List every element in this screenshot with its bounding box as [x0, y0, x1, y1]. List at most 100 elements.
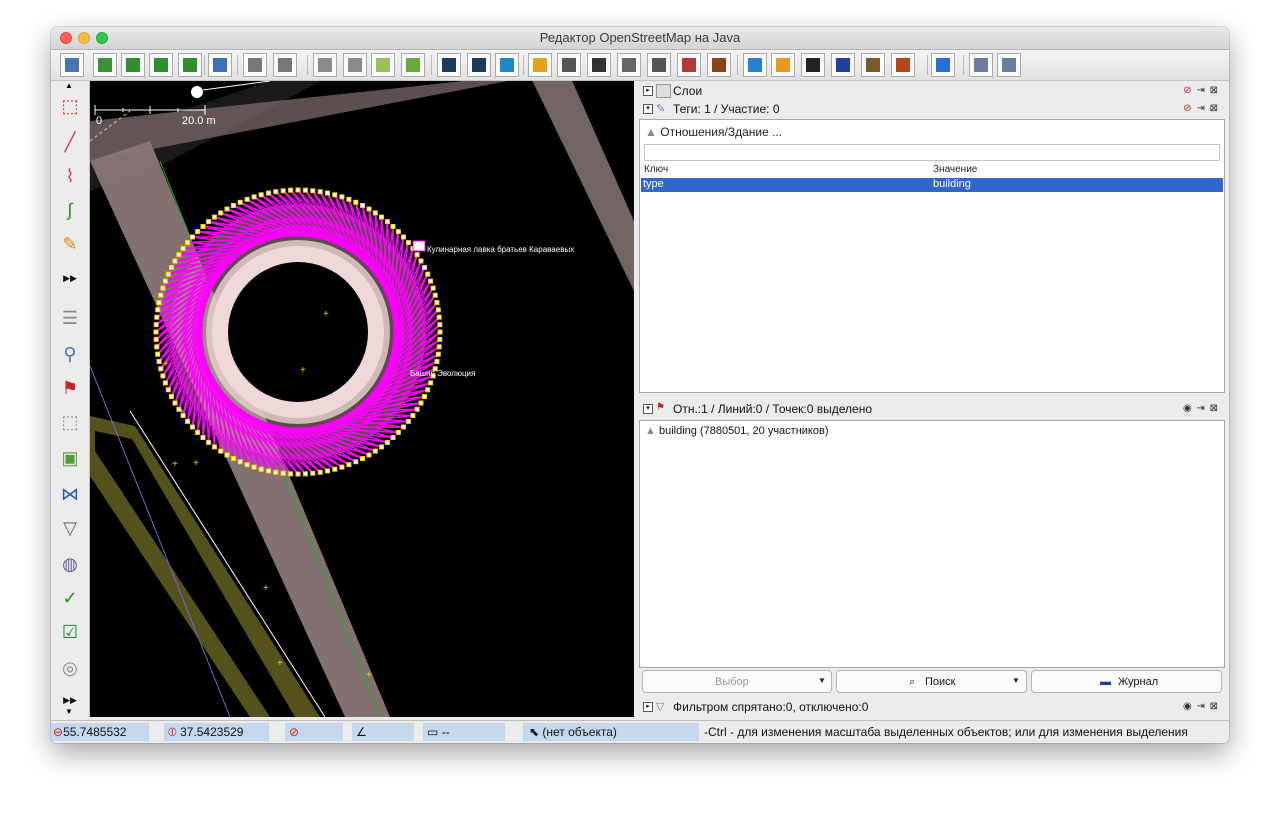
- filter-toggle-icon[interactable]: ▽: [58, 517, 82, 539]
- filter-panel-header[interactable]: ▸ ▽ Фильтром спрятано:0, отключено:0 ◉ ⇥…: [639, 699, 1225, 715]
- upload-button[interactable]: [178, 53, 202, 77]
- signal-button[interactable]: [647, 53, 671, 77]
- parallel-tool-icon[interactable]: ∫: [58, 199, 82, 221]
- node-marker[interactable]: [200, 224, 206, 229]
- node-marker[interactable]: [346, 196, 352, 202]
- node-marker[interactable]: [395, 229, 401, 235]
- tag-row[interactable]: type building: [641, 178, 1223, 192]
- map-view[interactable]: + + + + + + + + + 0 20.0 m Кулинарная лавка брат…: [90, 81, 634, 717]
- wall-button[interactable]: [677, 53, 701, 77]
- redo-button[interactable]: [273, 53, 297, 77]
- select-button[interactable]: Выбор ▼: [642, 670, 832, 693]
- node-marker[interactable]: [360, 203, 365, 208]
- node-marker[interactable]: [195, 229, 201, 235]
- node-marker[interactable]: [200, 435, 206, 440]
- eye-icon[interactable]: ◉: [1183, 701, 1193, 712]
- node-marker[interactable]: [418, 258, 424, 264]
- node-marker[interactable]: [237, 459, 243, 465]
- node-marker[interactable]: [172, 258, 178, 264]
- shop-button[interactable]: [771, 53, 795, 77]
- node-marker[interactable]: [224, 452, 230, 458]
- tags-toggle-icon[interactable]: ⚲: [58, 343, 82, 365]
- panel-controls[interactable]: ⊘ ⇥ ⊠: [1183, 103, 1219, 114]
- node-marker[interactable]: [153, 322, 159, 328]
- node-marker[interactable]: [158, 292, 164, 298]
- node-marker[interactable]: [310, 188, 316, 194]
- panel-controls[interactable]: ◉ ⇥ ⊠: [1183, 403, 1219, 414]
- hide-icon[interactable]: ⊘: [1183, 103, 1192, 114]
- node-marker[interactable]: [273, 189, 279, 195]
- node-marker[interactable]: [390, 435, 396, 440]
- node-marker[interactable]: [224, 206, 230, 212]
- node-marker[interactable]: [353, 199, 359, 205]
- node-marker[interactable]: [405, 240, 411, 246]
- more-toggles-icon[interactable]: ▶▶: [58, 689, 82, 711]
- draw-tool-icon[interactable]: ✎: [58, 233, 82, 255]
- node-marker[interactable]: [428, 380, 434, 386]
- fence-button[interactable]: [707, 53, 731, 77]
- node-marker[interactable]: [206, 439, 212, 445]
- road-1-button[interactable]: [437, 53, 461, 77]
- node-marker[interactable]: [153, 329, 159, 335]
- selection-panel-header[interactable]: ▾ ⚑ Отн.:1 / Линий:0 / Точек:0 выделено …: [639, 401, 1225, 417]
- node-marker[interactable]: [165, 387, 171, 393]
- node-marker[interactable]: [212, 214, 217, 220]
- node-marker[interactable]: [435, 351, 441, 357]
- selection-item[interactable]: ▲ building (7880501, 20 участников): [645, 425, 829, 437]
- node-marker[interactable]: [154, 314, 160, 320]
- node-marker[interactable]: [434, 359, 440, 364]
- node-marker[interactable]: [401, 234, 406, 240]
- select-tool-icon[interactable]: ⬚: [58, 95, 82, 117]
- node-marker[interactable]: [437, 322, 443, 328]
- node-marker[interactable]: [317, 189, 323, 195]
- open-location-button[interactable]: [93, 53, 117, 77]
- node-marker[interactable]: [162, 380, 168, 386]
- node-marker[interactable]: [360, 456, 365, 461]
- node-marker[interactable]: [273, 469, 279, 475]
- node-marker[interactable]: [339, 464, 345, 470]
- node-marker[interactable]: [353, 459, 359, 465]
- chevron-down-icon[interactable]: ▼: [818, 676, 826, 685]
- collapse-icon[interactable]: ▾: [643, 104, 653, 114]
- node-marker[interactable]: [288, 187, 294, 193]
- node-marker[interactable]: [155, 307, 161, 313]
- node-marker[interactable]: [160, 373, 166, 379]
- node-marker[interactable]: [384, 219, 390, 225]
- tag-value[interactable]: building: [933, 178, 971, 190]
- wms-button[interactable]: [371, 53, 395, 77]
- node-marker[interactable]: [169, 265, 174, 270]
- railway-2-button[interactable]: [587, 53, 611, 77]
- node-marker[interactable]: [185, 418, 191, 424]
- node-marker[interactable]: [346, 462, 352, 468]
- info-button[interactable]: [831, 53, 855, 77]
- node-marker[interactable]: [325, 190, 330, 196]
- zoom-imagery-button[interactable]: [401, 53, 425, 77]
- more-tools-icon[interactable]: ▶▶: [58, 267, 82, 289]
- node-marker[interactable]: [180, 246, 186, 251]
- map-canvas[interactable]: + + + + + + + + +: [90, 81, 634, 717]
- improve-way-tool-icon[interactable]: ⌇: [58, 165, 82, 187]
- layers-toggle-icon[interactable]: ☰: [58, 307, 82, 329]
- node-marker[interactable]: [366, 206, 372, 212]
- collapse-icon[interactable]: ▾: [643, 404, 653, 414]
- node-marker[interactable]: [160, 285, 166, 291]
- imagery-2-button[interactable]: [343, 53, 367, 77]
- selection-item-label[interactable]: building (7880501, 20 участников): [659, 425, 829, 437]
- node-marker[interactable]: [436, 344, 442, 350]
- node-marker[interactable]: [384, 439, 390, 445]
- node-marker[interactable]: [237, 199, 243, 205]
- node-marker[interactable]: [425, 387, 431, 393]
- wiki-toggle-icon[interactable]: ◎: [58, 657, 82, 679]
- node-marker[interactable]: [231, 456, 236, 461]
- node-marker[interactable]: [390, 224, 396, 229]
- node-marker[interactable]: [302, 471, 308, 477]
- node-marker[interactable]: [185, 240, 191, 246]
- node-marker[interactable]: [244, 196, 250, 202]
- node-marker[interactable]: [295, 471, 301, 477]
- node-marker[interactable]: [251, 464, 257, 470]
- node-marker[interactable]: [379, 214, 384, 220]
- node-marker[interactable]: [176, 252, 182, 258]
- node-marker[interactable]: [172, 400, 178, 406]
- expand-icon[interactable]: ▸: [643, 702, 653, 712]
- node-marker[interactable]: [251, 194, 257, 200]
